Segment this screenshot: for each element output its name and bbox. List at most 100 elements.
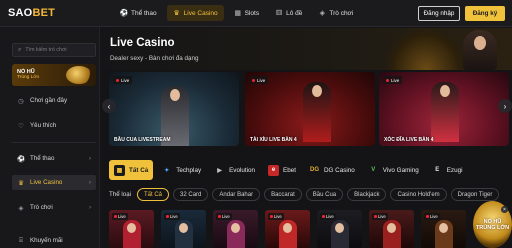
live-dot-icon [374, 215, 377, 218]
main-nav: ⚽ Thể thao ♛ Live Casino ▦ Slots ⚅ Lô đề ◈ Tr… [114, 5, 359, 21]
sidebar: ⌕ Tìm kiếm trò chơi NỔ HŨ Trúng Lớn ◷ Chơ… [0, 27, 100, 248]
category-chip-andar-bahar[interactable]: Andar Bahar [212, 188, 261, 201]
dealer-face-image [283, 223, 292, 233]
live-label: Live [170, 214, 178, 219]
live-badge: Live [113, 76, 133, 84]
promo-subtitle: Trúng Lớn [17, 75, 40, 80]
category-chip-blackjack[interactable]: Blackjack [347, 188, 387, 201]
provider-tab-ezugi[interactable]: E Ezugi [427, 160, 468, 180]
provider-tab-all[interactable]: ▦ Tất Cả [109, 160, 154, 180]
provider-label: Ezugi [446, 166, 463, 174]
featured-game-card[interactable]: Live BẦU CUA LIVESTREAM [109, 72, 239, 146]
register-button[interactable]: Đăng ký [465, 6, 505, 21]
nav-item-slots[interactable]: ▦ Slots [228, 5, 265, 21]
dealer-icon: ♛ [18, 179, 24, 187]
game-title: BẦU CUA LIVESTREAM [114, 137, 171, 143]
provider-label: Vivo Gaming [382, 166, 419, 174]
live-label: Live [274, 214, 282, 219]
nav-item-games[interactable]: ◈ Trò chơi [312, 5, 359, 21]
page-subtitle: Dealer sexy - Bàn chơi đa dạng [110, 55, 199, 62]
game-title: TÀI XỈU LIVE BÀN 4 [250, 137, 297, 143]
live-badge: Live [383, 76, 403, 84]
game-tile[interactable]: Live [421, 210, 466, 248]
search-placeholder: Tìm kiếm trò chơi [25, 47, 67, 53]
history-icon: ◷ [18, 97, 24, 105]
provider-tab-vivo-gaming[interactable]: V Vivo Gaming [363, 160, 424, 180]
category-label: Thể loại [109, 191, 132, 198]
nav-item-sports[interactable]: ⚽ Thể thao [114, 5, 163, 21]
sidebar-item-sports[interactable]: ⚽ Thể thao › [12, 151, 96, 166]
live-badge: Live [424, 213, 440, 220]
sidebar-item-promotions[interactable]: ⌸ Khuyến mãi [12, 233, 96, 248]
search-input[interactable]: ⌕ Tìm kiếm trò chơi [12, 43, 96, 57]
category-chip-all[interactable]: Tất Cả [137, 188, 170, 201]
live-dot-icon [166, 215, 169, 218]
sidebar-item-label: Yêu thích [30, 122, 57, 129]
sidebar-item-live-casino[interactable]: ♛ Live Casino › [12, 175, 96, 190]
live-badge: Live [249, 76, 269, 84]
category-chip-bau-cua[interactable]: Bầu Cua [305, 188, 344, 201]
game-title: XÓC ĐĨA LIVE BÀN 4 [384, 137, 434, 143]
treasure-pot-icon [66, 66, 92, 84]
live-dot-icon [116, 78, 119, 82]
vivo-gaming-logo-icon: V [371, 167, 376, 173]
provider-tab-evolution[interactable]: ▶ Evolution [209, 160, 260, 180]
sidebar-item-label: Live Casino [30, 179, 63, 186]
game-tile[interactable]: Live [213, 210, 258, 248]
sidebar-item-games[interactable]: ◈ Trò chơi › [12, 200, 96, 215]
sidebar-item-favorites[interactable]: ♡ Yêu thích [12, 118, 96, 133]
heart-icon: ♡ [18, 122, 24, 130]
nav-label: Lô đề [286, 9, 303, 17]
live-dot-icon [218, 215, 221, 218]
game-tile[interactable]: Live [369, 210, 414, 248]
chevron-right-icon: › [89, 204, 91, 211]
game-tile[interactable]: Live [265, 210, 310, 248]
carousel-next-button[interactable]: › [498, 99, 512, 113]
category-chip-baccarat[interactable]: Baccarat [264, 188, 302, 201]
login-button[interactable]: Đăng nhập [418, 6, 460, 21]
logo-text-main: SAO [8, 7, 33, 19]
live-badge: Live [112, 213, 128, 220]
nav-item-live-casino[interactable]: ♛ Live Casino [166, 5, 224, 21]
nav-label: Thể thao [131, 9, 157, 17]
live-badge: Live [164, 213, 180, 220]
evolution-logo-icon: ▶ [217, 167, 222, 174]
featured-game-card[interactable]: Live TÀI XỈU LIVE BÀN 4 [245, 72, 375, 146]
live-label: Live [378, 214, 386, 219]
sidebar-item-label: Thể thao [30, 155, 55, 162]
dealer-face-image [387, 223, 396, 233]
live-dot-icon [386, 78, 389, 82]
chevron-right-icon: › [503, 101, 507, 111]
nav-label: Slots [244, 9, 260, 17]
grid-icon: ▦ [114, 164, 125, 176]
category-chip-32-card[interactable]: 32 Card [173, 188, 209, 201]
live-label: Live [222, 214, 230, 219]
live-label: Live [118, 214, 126, 219]
dealer-face-image [231, 223, 240, 233]
provider-tab-ebet[interactable]: e Ebet [263, 160, 301, 180]
soccer-ball-icon: ⚽ [119, 10, 129, 17]
featured-game-card[interactable]: Live XÓC ĐĨA LIVE BÀN 4 [379, 72, 509, 146]
provider-tab-dg-casino[interactable]: DG DG Casino [304, 160, 360, 180]
gamepad-icon: ◈ [319, 10, 326, 17]
brand-logo[interactable]: SAOBET [8, 7, 55, 19]
category-chip-dragon-tiger[interactable]: Dragon Tiger [450, 188, 500, 201]
dg-casino-logo-icon: DG [309, 167, 319, 173]
game-grid: Live Live Live Live Live Live Live [109, 210, 512, 248]
jackpot-promo-banner[interactable]: NỔ HŨ Trúng Lớn [12, 64, 96, 86]
nav-item-lottery[interactable]: ⚅ Lô đề [269, 5, 308, 21]
dealer-face-image [170, 89, 180, 101]
chevron-right-icon: › [89, 179, 91, 186]
game-tile[interactable]: Live [161, 210, 206, 248]
chevron-left-icon: ‹ [107, 101, 111, 111]
live-dot-icon [114, 215, 117, 218]
game-tile[interactable]: Live [109, 210, 154, 248]
live-dot-icon [252, 78, 255, 82]
game-tile[interactable]: Live [317, 210, 362, 248]
category-chip-casino-holdem[interactable]: Casino Hold'em [390, 188, 447, 201]
provider-tab-techplay[interactable]: ✦ Techplay [156, 160, 206, 180]
carousel-prev-button[interactable]: ‹ [102, 99, 116, 113]
sidebar-item-recent[interactable]: ◷ Chơi gần đây [12, 93, 96, 108]
dice-icon: ⚅ [276, 10, 283, 17]
close-icon[interactable]: × [501, 206, 508, 213]
